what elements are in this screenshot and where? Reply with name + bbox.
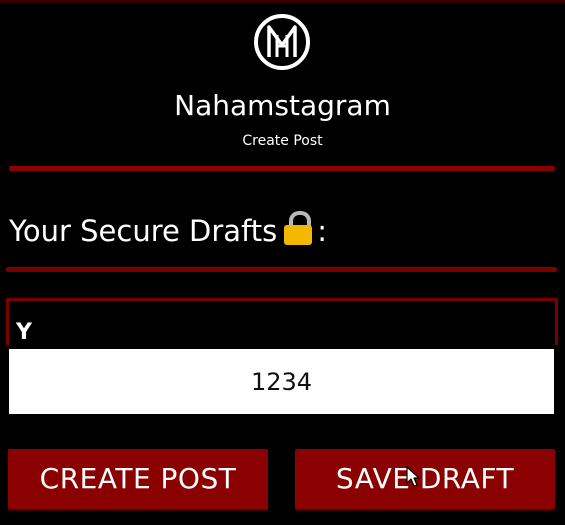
create-post-button[interactable]: CREATE POST bbox=[8, 449, 268, 509]
passcode-input[interactable] bbox=[9, 349, 554, 414]
secure-drafts-label: Your Secure Drafts bbox=[9, 214, 278, 248]
app-subtitle: Create Post bbox=[242, 133, 323, 149]
lock-icon bbox=[283, 211, 313, 245]
secure-drafts-heading: Your Secure Drafts: bbox=[9, 209, 327, 253]
secure-drafts-colon: : bbox=[317, 214, 328, 248]
app-title: Nahamstagram bbox=[174, 89, 391, 122]
header-divider bbox=[9, 166, 555, 171]
section-divider bbox=[6, 267, 557, 272]
monogram-logo-icon bbox=[254, 14, 310, 70]
top-border bbox=[0, 0, 565, 3]
mouse-cursor-icon bbox=[406, 466, 420, 487]
drafts-list-box[interactable]: Y bbox=[6, 298, 558, 345]
drafts-box-text: Y bbox=[16, 320, 32, 345]
save-draft-button[interactable]: SAVE DRAFT bbox=[295, 449, 555, 509]
